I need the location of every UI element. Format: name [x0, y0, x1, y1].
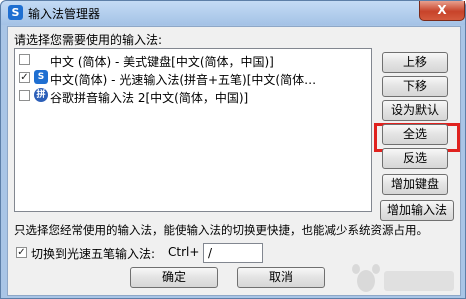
close-button[interactable]: X: [419, 1, 465, 21]
shortcut-modifier: Ctrl+: [168, 245, 200, 259]
select-all-button[interactable]: 全选: [382, 124, 448, 145]
shortcut-key-input[interactable]: /: [203, 243, 263, 263]
move-down-button[interactable]: 下移: [382, 76, 448, 97]
ime-manager-window: S 输入法管理器 X 请选择您需要使用的输入法: 中文 (简体) - 美式键盘[…: [0, 0, 466, 299]
ime-checkbox[interactable]: [19, 90, 30, 101]
add-keyboard-button[interactable]: 增加键盘: [382, 174, 448, 195]
title-bar[interactable]: S 输入法管理器 X: [1, 1, 465, 25]
ime-label: 中文(简体) - 光速输入法(拼音+五笔)[中文(简体…: [50, 73, 317, 87]
list-item[interactable]: 中文 (简体) - 美式键盘[中文(简体，中国)]: [17, 52, 369, 69]
ime-checkbox[interactable]: [19, 54, 30, 65]
prompt-label: 请选择您需要使用的输入法:: [14, 33, 163, 47]
ime-checkbox[interactable]: ✓: [19, 72, 30, 83]
app-icon: S: [8, 5, 23, 20]
hint-text: 只选择您经常使用的输入法，能使输入法的切换更快捷，也能减少系统资源占用。: [14, 223, 428, 237]
add-ime-button[interactable]: 增加输入法: [380, 200, 454, 221]
ime-label: 谷歌拼音输入法 2[中文(简体，中国)]: [50, 91, 249, 105]
cancel-button[interactable]: 取消: [237, 267, 325, 288]
watermark-logo: [352, 264, 454, 292]
ime-label: 中文 (简体) - 美式键盘[中文(简体，中国)]: [50, 55, 274, 69]
list-item[interactable]: ✓ S 中文(简体) - 光速输入法(拼音+五笔)[中文(简体…: [17, 70, 369, 87]
shortcut-label: 切换到光速五笔输入法:: [31, 247, 156, 261]
ok-button[interactable]: 确定: [130, 267, 218, 288]
google-pinyin-icon: 拼: [34, 88, 48, 102]
ime-list[interactable]: 中文 (简体) - 美式键盘[中文(简体，中国)] ✓ S 中文(简体) - 光…: [14, 48, 372, 212]
shortcut-checkbox[interactable]: ✓: [16, 247, 27, 258]
list-item[interactable]: 拼 谷歌拼音输入法 2[中文(简体，中国)]: [17, 88, 369, 105]
invert-selection-button[interactable]: 反选: [382, 148, 448, 169]
lightspeed-icon: S: [34, 70, 48, 84]
move-up-button[interactable]: 上移: [382, 52, 448, 73]
set-default-button[interactable]: 设为默认: [382, 100, 448, 121]
window-title: 输入法管理器: [28, 7, 101, 21]
